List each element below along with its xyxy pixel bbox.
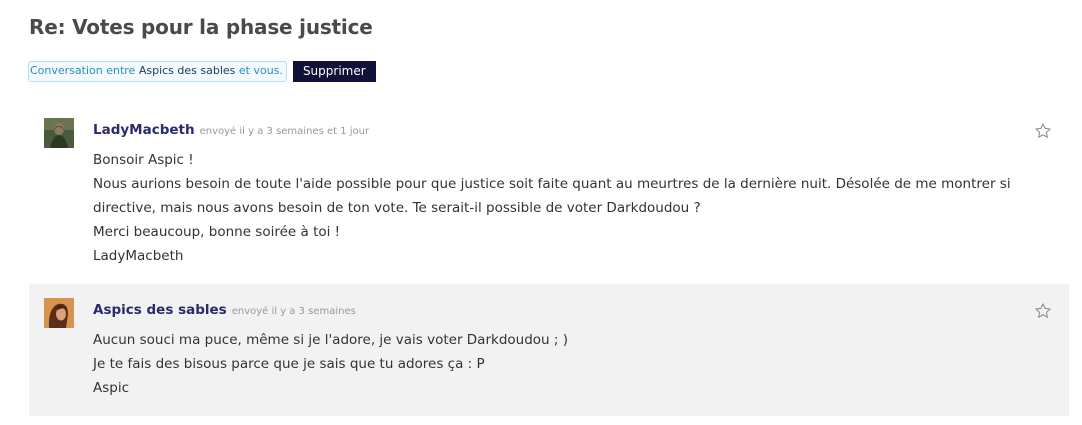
message-line: Nous aurions besoin de toute l'aide poss…: [93, 176, 1011, 192]
avatar[interactable]: [44, 118, 74, 148]
star-outline-icon[interactable]: [1034, 122, 1052, 140]
delete-button[interactable]: Supprimer: [292, 61, 376, 82]
message-line: Merci beaucoup, bonne soirée à toi !: [93, 224, 341, 240]
conversation-connector: et: [238, 64, 250, 77]
author-name[interactable]: Aspics des sables: [93, 302, 227, 318]
page-title: Re: Votes pour la phase justice: [29, 15, 373, 39]
conversation-bar: Conversation entre Aspics des sables et …: [28, 61, 376, 82]
avatar[interactable]: [44, 298, 74, 328]
message-timestamp: envoyé il y a 3 semaines: [231, 306, 356, 317]
message-line: Je te fais des bisous parce que je sais …: [93, 356, 485, 372]
conversation-prefix: Conversation entre: [30, 64, 136, 77]
conversation-participants: Conversation entre Aspics des sables et …: [28, 61, 287, 82]
message-line: Aspic: [93, 380, 130, 396]
star-outline-icon[interactable]: [1034, 302, 1052, 320]
message-item: LadyMacbeth envoyé il y a 3 semaines et …: [29, 112, 1069, 272]
message-line: Bonsoir Aspic !: [93, 152, 194, 168]
message-line: directive, mais nous avons besoin de ton…: [93, 200, 701, 216]
message-header: Aspics des sables envoyé il y a 3 semain…: [93, 302, 356, 318]
message-body: Bonsoir Aspic ! Nous aurions besoin de t…: [93, 148, 1049, 268]
message-item: Aspics des sables envoyé il y a 3 semain…: [29, 284, 1069, 416]
message-line: LadyMacbeth: [93, 248, 184, 264]
message-body: Aucun souci ma puce, même si je l'adore,…: [93, 328, 1049, 400]
participant-self: vous.: [253, 64, 283, 77]
participant-link[interactable]: Aspics des sables: [139, 64, 236, 77]
message-timestamp: envoyé il y a 3 semaines et 1 jour: [199, 126, 370, 137]
author-name[interactable]: LadyMacbeth: [93, 122, 195, 138]
message-line: Aucun souci ma puce, même si je l'adore,…: [93, 332, 568, 348]
message-header: LadyMacbeth envoyé il y a 3 semaines et …: [93, 122, 369, 138]
